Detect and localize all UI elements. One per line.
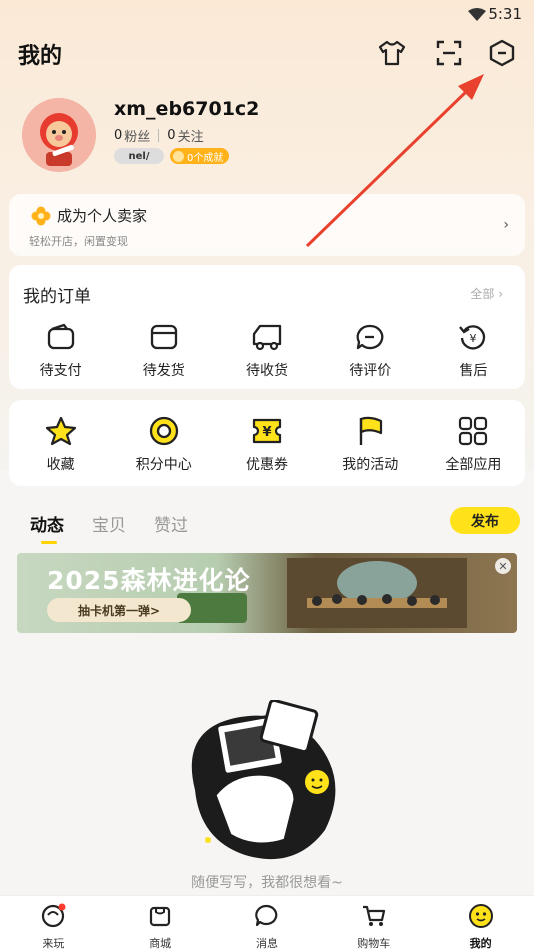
fans-label[interactable]: 粉丝 — [124, 126, 150, 145]
tool-label: 优惠券 — [246, 457, 288, 473]
order-item-label: 待发货 — [142, 363, 185, 379]
scan-icon[interactable] — [434, 38, 464, 68]
empty-state-illustration — [175, 698, 355, 869]
settings-icon[interactable] — [487, 38, 517, 68]
points-center-button[interactable]: 积分中心 — [112, 414, 215, 474]
all-apps-button[interactable]: 全部应用 — [422, 414, 525, 474]
become-seller-card[interactable]: 成为个人卖家 轻松开店，闲置变现 › — [9, 194, 525, 256]
achievement-label: 0个成就 — [187, 152, 224, 164]
refund-icon: ¥ — [456, 320, 490, 354]
nav-messages[interactable]: 消息 — [214, 896, 321, 949]
my-activities-button[interactable]: 我的活动 — [319, 414, 422, 474]
tab-moments[interactable]: 动态 — [30, 511, 64, 544]
tab-items[interactable]: 宝贝 — [92, 511, 126, 536]
orders-title: 我的订单 — [23, 287, 91, 307]
truck-icon — [250, 320, 284, 354]
follow-label[interactable]: 关注 — [178, 126, 204, 145]
medal-icon — [173, 150, 184, 162]
svg-text:¥: ¥ — [262, 425, 271, 440]
play-icon — [40, 903, 66, 933]
nav-play[interactable]: 来玩 — [0, 896, 107, 949]
orders-see-all[interactable]: 全部 › — [470, 285, 503, 302]
follow-stats: 0 粉丝 0 关注 — [114, 126, 204, 145]
apps-grid-icon — [456, 414, 490, 448]
close-icon[interactable]: ✕ — [495, 558, 511, 574]
coupon-icon: ¥ — [250, 414, 284, 448]
order-pending-review[interactable]: 待评价 — [319, 320, 422, 380]
order-after-sales[interactable]: ¥ 售后 — [422, 320, 525, 380]
status-bar: 5:31 — [0, 0, 534, 30]
flag-icon — [353, 414, 387, 448]
publish-button[interactable]: 发布 — [450, 507, 520, 534]
fans-count[interactable]: 0 — [114, 128, 122, 143]
seller-title: 成为个人卖家 — [57, 207, 148, 225]
empty-state-text: 随便写写，我都很想看~ — [191, 875, 343, 891]
tool-label: 收藏 — [46, 457, 75, 473]
coupons-button[interactable]: ¥ 优惠券 — [215, 414, 318, 474]
bottom-nav: 来玩 商城 消息 购物车 我的 — [0, 895, 534, 949]
banner-title: 2025森林进化论 — [47, 566, 251, 595]
outfit-icon[interactable] — [377, 38, 407, 68]
tool-label: 积分中心 — [135, 457, 192, 473]
nav-label: 来玩 — [42, 937, 65, 949]
svg-text:¥: ¥ — [470, 332, 477, 345]
status-time: 5:31 — [488, 5, 522, 23]
nav-label: 消息 — [255, 937, 278, 949]
box-icon — [147, 320, 181, 354]
cart-icon — [361, 903, 387, 933]
order-item-label: 待收货 — [246, 363, 288, 379]
seller-subtitle: 轻松开店，闲置变现 — [29, 235, 128, 248]
follow-count[interactable]: 0 — [167, 128, 175, 143]
nav-me[interactable]: 我的 — [427, 896, 534, 949]
favorites-button[interactable]: 收藏 — [9, 414, 112, 474]
chevron-right-icon: › — [503, 217, 509, 233]
banner-cta-button[interactable]: 抽卡机第一弹> — [47, 598, 191, 622]
order-item-label: 售后 — [459, 363, 488, 379]
tab-liked[interactable]: 赞过 — [154, 511, 188, 536]
orders-card: 我的订单 全部 › 待支付 待发货 待收货 待评价 ¥ 售后 — [9, 265, 525, 389]
username[interactable]: xm_eb6701c2 — [114, 98, 259, 120]
nav-store[interactable]: 商城 — [107, 896, 214, 949]
divider — [158, 129, 160, 142]
level-badge[interactable]: nel/ — [114, 148, 164, 164]
tool-label: 全部应用 — [445, 457, 502, 473]
order-status-row: 待支付 待发货 待收货 待评价 ¥ 售后 — [9, 320, 525, 380]
wallet-icon — [44, 320, 78, 354]
tools-card: 收藏 积分中心 ¥ 优惠券 我的活动 全部应用 — [9, 400, 525, 486]
tools-row: 收藏 积分中心 ¥ 优惠券 我的活动 全部应用 — [9, 414, 525, 474]
order-item-label: 待支付 — [39, 363, 82, 379]
order-pending-payment[interactable]: 待支付 — [9, 320, 112, 380]
nav-label: 购物车 — [357, 937, 391, 949]
nav-cart[interactable]: 购物车 — [320, 896, 427, 949]
nav-label: 我的 — [469, 937, 492, 949]
nav-label: 商城 — [149, 937, 172, 949]
page-title: 我的 — [18, 44, 63, 69]
store-icon — [147, 903, 173, 933]
achievement-badge[interactable]: 0个成就 — [170, 148, 230, 164]
points-icon — [147, 414, 181, 448]
star-icon — [44, 414, 78, 448]
me-icon — [468, 903, 494, 933]
profile-badges: nel/ 0个成就 — [114, 148, 230, 164]
order-pending-shipment[interactable]: 待发货 — [112, 320, 215, 380]
avatar[interactable] — [22, 98, 96, 172]
comment-icon — [353, 320, 387, 354]
feed-tabs: 动态 宝贝 赞过 — [30, 511, 188, 544]
message-icon — [254, 903, 280, 933]
wifi-icon — [468, 7, 486, 26]
order-item-label: 待评价 — [349, 363, 392, 379]
flower-icon — [31, 206, 51, 230]
tool-label: 我的活动 — [342, 457, 399, 473]
promo-banner[interactable]: 2025森林进化论 抽卡机第一弹> ✕ — [17, 553, 517, 633]
order-pending-receipt[interactable]: 待收货 — [215, 320, 318, 380]
